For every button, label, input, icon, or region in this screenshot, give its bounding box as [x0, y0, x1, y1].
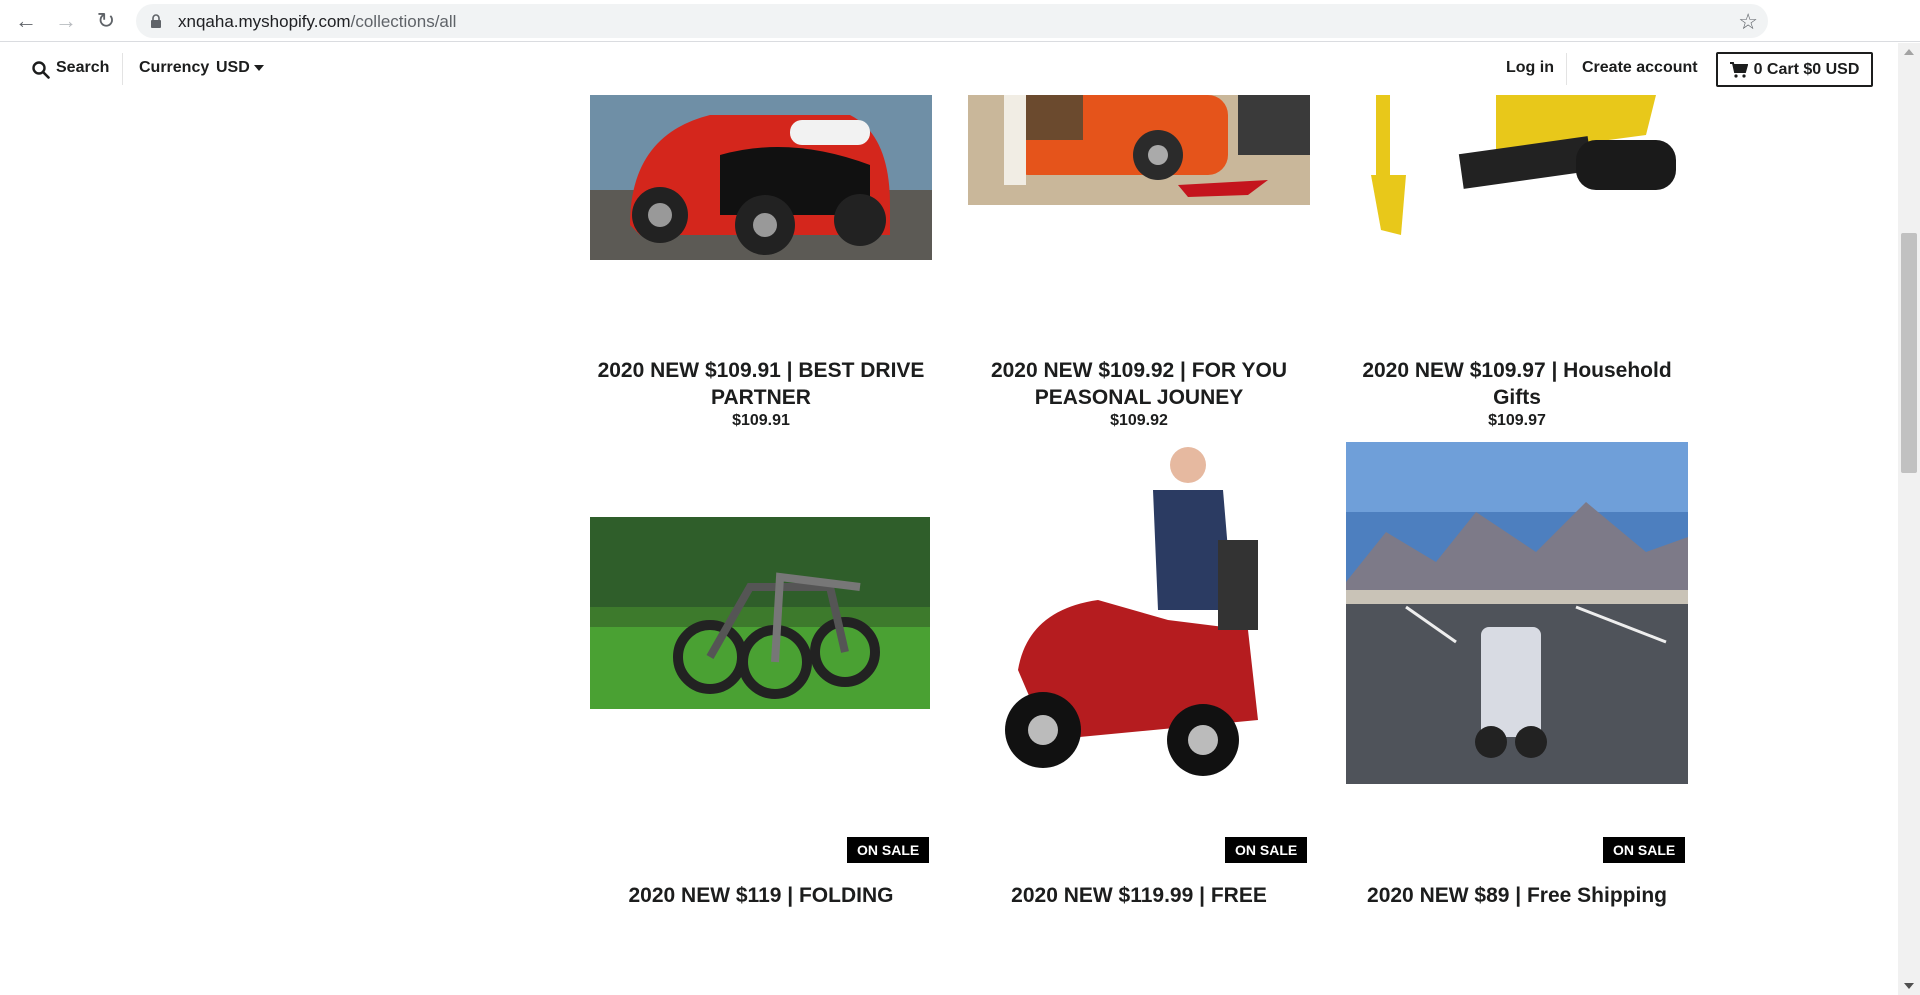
product-card[interactable]: 2020 NEW $109.97 | Household Gifts $109.…: [1346, 95, 1688, 435]
scroll-thumb[interactable]: [1901, 233, 1917, 473]
red-electric-car-image[interactable]: [590, 95, 932, 260]
sale-badge: ON SALE: [1603, 837, 1686, 863]
product-price: $109.97: [1488, 412, 1546, 429]
scroll-down-arrow-icon[interactable]: [1904, 983, 1914, 989]
vertical-scrollbar[interactable]: [1898, 43, 1920, 995]
cart-button[interactable]: 0 Cart $0 USD: [1716, 52, 1873, 87]
product-title[interactable]: 2020 NEW $109.97 | Household Gifts: [1346, 357, 1688, 411]
browser-toolbar: ← → ↻ xnqaha.myshopify.com/collections/a…: [0, 0, 1920, 42]
product-title[interactable]: 2020 NEW $119 | FOLDING: [590, 882, 932, 909]
currency-label: Currency: [139, 59, 210, 76]
search-link[interactable]: Search: [56, 59, 109, 77]
search-icon[interactable]: [32, 61, 50, 79]
header-divider: [122, 53, 123, 85]
product-card[interactable]: ON SALE 2020 NEW $119 | FOLDING: [590, 517, 932, 995]
product-title-line: 2020 NEW $109.97 | Household: [1362, 359, 1672, 382]
currency-select[interactable]: USD: [216, 59, 250, 77]
product-card[interactable]: ON SALE 2020 NEW $119.99 | FREE: [968, 440, 1310, 995]
cart-icon: [1729, 61, 1748, 78]
product-title-line: PARTNER: [711, 386, 811, 409]
product-card[interactable]: 2020 NEW $109.92 | FOR YOU PEASONAL JOUN…: [968, 95, 1310, 435]
site-header: Search Currency USD Log in Create accoun…: [0, 43, 1898, 95]
yellow-mini-excavator-image[interactable]: [1346, 95, 1688, 245]
sale-badge: ON SALE: [1225, 837, 1308, 863]
product-title-line: 2020 NEW $109.92 | FOR YOU: [990, 359, 1288, 382]
scroll-up-arrow-icon[interactable]: [1904, 49, 1914, 55]
product-title-line: 2020 NEW $119.99 | FREE: [1011, 884, 1267, 907]
reload-icon[interactable]: ↻: [92, 8, 120, 34]
product-card[interactable]: ON SALE 2020 NEW $89 | Free Shipping: [1346, 442, 1688, 995]
product-title-line: PEASONAL JOUNEY: [1034, 386, 1244, 409]
product-title-line: 2020 NEW $119 | FOLDING: [628, 884, 894, 907]
lock-icon: [151, 14, 161, 28]
cart-label: 0 Cart $0 USD: [1753, 60, 1860, 78]
folding-scooter-parking-lot-image[interactable]: [1346, 442, 1688, 784]
product-price: $109.92: [1110, 412, 1168, 429]
product-title-line: Gifts: [1493, 386, 1541, 409]
create-account-link[interactable]: Create account: [1582, 59, 1698, 77]
bookmark-star-icon[interactable]: ☆: [1738, 9, 1758, 35]
product-price: $109.91: [732, 412, 790, 429]
product-title[interactable]: 2020 NEW $119.99 | FREE: [968, 882, 1310, 909]
folding-ebikes-on-grass-image[interactable]: [590, 517, 930, 709]
url-text: xnqaha.myshopify.com/collections/all: [178, 12, 456, 32]
back-arrow-icon[interactable]: ←: [12, 8, 40, 34]
product-title[interactable]: 2020 NEW $109.91 | BEST DRIVE PARTNER: [590, 357, 932, 411]
forward-arrow-icon[interactable]: →: [52, 8, 80, 34]
product-title[interactable]: 2020 NEW $89 | Free Shipping: [1346, 882, 1688, 909]
orange-camper-trailer-image[interactable]: [968, 95, 1310, 205]
product-title[interactable]: 2020 NEW $109.92 | FOR YOU PEASONAL JOUN…: [968, 357, 1310, 411]
red-mobility-scooter-image[interactable]: [968, 440, 1310, 780]
product-title-line: 2020 NEW $89 | Free Shipping: [1367, 884, 1667, 907]
address-bar[interactable]: xnqaha.myshopify.com/collections/all ☆: [136, 4, 1768, 38]
sale-badge: ON SALE: [847, 837, 930, 863]
header-divider: [1566, 53, 1567, 85]
product-title-line: 2020 NEW $109.91 | BEST DRIVE: [597, 359, 925, 382]
url-host: xnqaha.myshopify.com: [178, 12, 351, 31]
login-link[interactable]: Log in: [1506, 59, 1554, 77]
url-path: /collections/all: [350, 12, 457, 31]
product-card[interactable]: 2020 NEW $109.91 | BEST DRIVE PARTNER $1…: [590, 95, 932, 435]
caret-down-icon[interactable]: [254, 65, 264, 71]
product-grid: 2020 NEW $109.91 | BEST DRIVE PARTNER $1…: [0, 95, 1898, 995]
